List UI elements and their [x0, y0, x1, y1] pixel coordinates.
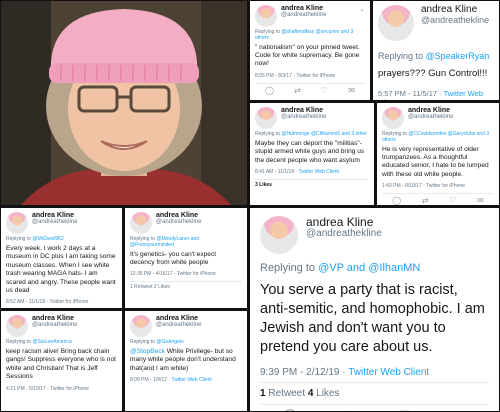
handle[interactable]: @andreathekline: [421, 15, 489, 25]
avatar[interactable]: [130, 315, 152, 337]
handle[interactable]: @andreathekline: [32, 322, 77, 328]
tweet-text: Maybe they can deport the "militias"- st…: [255, 139, 365, 164]
display-name[interactable]: andrea Kline: [408, 107, 453, 114]
tweet-meta: 1:43 PM - 8/10/17 - Twitter for iPhone: [382, 183, 466, 190]
profile-photo-illustration: [1, 1, 247, 205]
tweet-card[interactable]: andrea Kline @andreathekline Replying to…: [125, 208, 247, 308]
handle[interactable]: @andreathekline: [408, 114, 453, 120]
client-link[interactable]: Twitter Web Client: [348, 367, 429, 378]
replying-to: Replying to @SecureAmerica: [6, 339, 72, 345]
client-link[interactable]: Twitter Web Client: [171, 377, 211, 383]
tweet-meta: 8:41 AM - 11/1/18 · Twitter Web Client: [255, 169, 339, 176]
like-count[interactable]: 3 Likes: [255, 180, 369, 190]
tweet-card[interactable]: andrea Kline @andreathekline Replying to…: [250, 208, 499, 411]
tweet-actions: ◯ ⇄ ♡ ✉: [260, 405, 489, 411]
heart-icon[interactable]: ♡: [321, 86, 328, 95]
reply-mentions[interactable]: @GoAngelo: [156, 339, 183, 345]
display-name[interactable]: andrea Kline: [281, 5, 326, 12]
reply-icon[interactable]: ◯: [392, 196, 401, 205]
reply-icon[interactable]: ◯: [265, 86, 274, 95]
text-mention[interactable]: @StopBeck: [130, 348, 165, 355]
retweet-icon[interactable]: ⇄: [342, 407, 354, 411]
tweet-meta: 5:57 PM - 11/5/17 · Twitter Web Client: [378, 89, 494, 100]
replying-to: Replying to @GoAngelo: [130, 339, 184, 345]
tweet-text: Every week, I work 2 days at a museum in…: [6, 244, 116, 294]
tweet-text: You serve a party that is racist, anti-s…: [260, 281, 485, 356]
handle[interactable]: @andreathekline: [281, 114, 326, 120]
handle[interactable]: @andreathekline: [32, 219, 77, 225]
tweet-meta: 8:52 AM - 11/1/18 - Twitter for iPhone: [6, 299, 89, 306]
display-name[interactable]: andrea Kline: [32, 212, 77, 219]
reply-mentions[interactable]: @Hutmonge @CIthames5 and 3 other: [281, 131, 366, 137]
tweet-text: He is very representative of older trump…: [382, 145, 489, 178]
reply-icon[interactable]: ◯: [282, 407, 298, 411]
tweet-card[interactable]: andrea Kline @andreathekline ⌄ Replying …: [250, 1, 370, 100]
tweet-meta: 4:21 PM - 5/10/17 - Twitter for iPhone: [6, 385, 90, 392]
heart-icon[interactable]: ♡: [449, 196, 456, 205]
replying-to: Replying to @MrDarel962: [6, 236, 64, 242]
avatar[interactable]: [255, 5, 277, 27]
replying-to: Replying to @MoodyLaner and @Pressyourmi…: [130, 236, 200, 248]
replying-to: Replying to @VP and @IlhanMN: [260, 262, 421, 274]
tweet-actions: ◯ ⇄ ♡ ✉: [382, 194, 494, 205]
tweet-meta: 8:09 PM - 1/9/12 · Twitter Web Client: [130, 377, 212, 384]
heart-icon[interactable]: ♡: [398, 407, 411, 411]
handle[interactable]: @andreathekline: [156, 219, 201, 225]
avatar[interactable]: [382, 107, 404, 129]
engagement-counts[interactable]: 1 Retweet 4 Likes: [260, 383, 489, 404]
chevron-down-icon[interactable]: ⌄: [359, 5, 365, 13]
display-name[interactable]: andrea Kline: [421, 4, 489, 16]
avatar[interactable]: [6, 315, 28, 337]
tweet-card[interactable]: andrea Kline @andreathekline Replying to…: [1, 311, 122, 411]
replying-to: Replying to @Hutmonge @CIthames5 and 3 o…: [255, 131, 367, 137]
avatar[interactable]: [6, 212, 28, 234]
tweet-card[interactable]: andrea Kline @andreathekline Replying to…: [377, 103, 499, 205]
replying-to: Replying to @CCouldsomfes @Garyclubs and…: [382, 131, 490, 143]
share-icon[interactable]: ✉: [348, 86, 355, 95]
tweet-text: keep racism alive! Bring back chain gang…: [6, 347, 116, 381]
display-name[interactable]: andrea Kline: [156, 212, 201, 219]
profile-photo: [1, 1, 247, 205]
tweet-text: @StopBeck White Privilege- but so many w…: [130, 347, 236, 372]
share-icon[interactable]: ✉: [455, 407, 467, 411]
avatar[interactable]: [255, 107, 277, 129]
avatar[interactable]: [130, 212, 152, 234]
handle[interactable]: @andreathekline: [306, 228, 382, 240]
tweet-meta: 8:05 PM - 8/3/17 - Twitter for iPhone: [255, 72, 336, 79]
handle[interactable]: @andreathekline: [281, 12, 326, 18]
tweet-meta: 12:36 PM - 4/16/17 - Twitter for iPhone: [130, 271, 216, 278]
tweet-text: " nationalism" on your pinned tweet. Cod…: [255, 43, 360, 68]
replying-to: Replying to @SpeakerRyan: [378, 51, 490, 61]
client-link[interactable]: Twitter Web Client: [298, 169, 338, 175]
tweet-text: It's genetics- you can't expect decency …: [130, 250, 217, 266]
reply-mentions[interactable]: @VP and @IlhanMN: [318, 262, 420, 274]
display-name[interactable]: andrea Kline: [156, 315, 201, 322]
replying-to: Replying to @shaftendkiss @securiev and …: [255, 29, 354, 41]
avatar[interactable]: [378, 5, 414, 41]
tweet-text: prayers??? Gun Control!!!: [378, 68, 488, 80]
tweet-card[interactable]: andrea Kline @andreathekline Replying to…: [250, 103, 374, 205]
retweet-icon[interactable]: ⇄: [294, 86, 301, 95]
handle[interactable]: @andreathekline: [156, 322, 201, 328]
tweet-meta: 9:39 PM - 2/12/19 · Twitter Web Client: [260, 367, 430, 379]
engagement-counts[interactable]: 1 Retweet 2 Likes: [130, 282, 242, 292]
tweet-card[interactable]: andrea Kline @andreathekline Replying to…: [1, 208, 122, 308]
reply-mentions[interactable]: @MrDarel962: [32, 236, 63, 242]
display-name[interactable]: andrea Kline: [281, 107, 326, 114]
tweet-actions: ◯ ⇄ ♡ ✉: [255, 84, 365, 95]
avatar[interactable]: [260, 216, 298, 254]
tweet-card[interactable]: andrea Kline @andreathekline Replying to…: [373, 1, 499, 100]
reply-mentions[interactable]: @SecureAmerica: [32, 339, 71, 345]
share-icon[interactable]: ✉: [477, 196, 484, 205]
tweet-card[interactable]: andrea Kline @andreathekline Replying to…: [125, 311, 247, 411]
display-name[interactable]: andrea Kline: [32, 315, 77, 322]
reply-mentions[interactable]: @SpeakerRyan: [426, 51, 490, 61]
retweet-icon[interactable]: ⇄: [422, 196, 429, 205]
display-name[interactable]: andrea Kline: [306, 216, 382, 229]
